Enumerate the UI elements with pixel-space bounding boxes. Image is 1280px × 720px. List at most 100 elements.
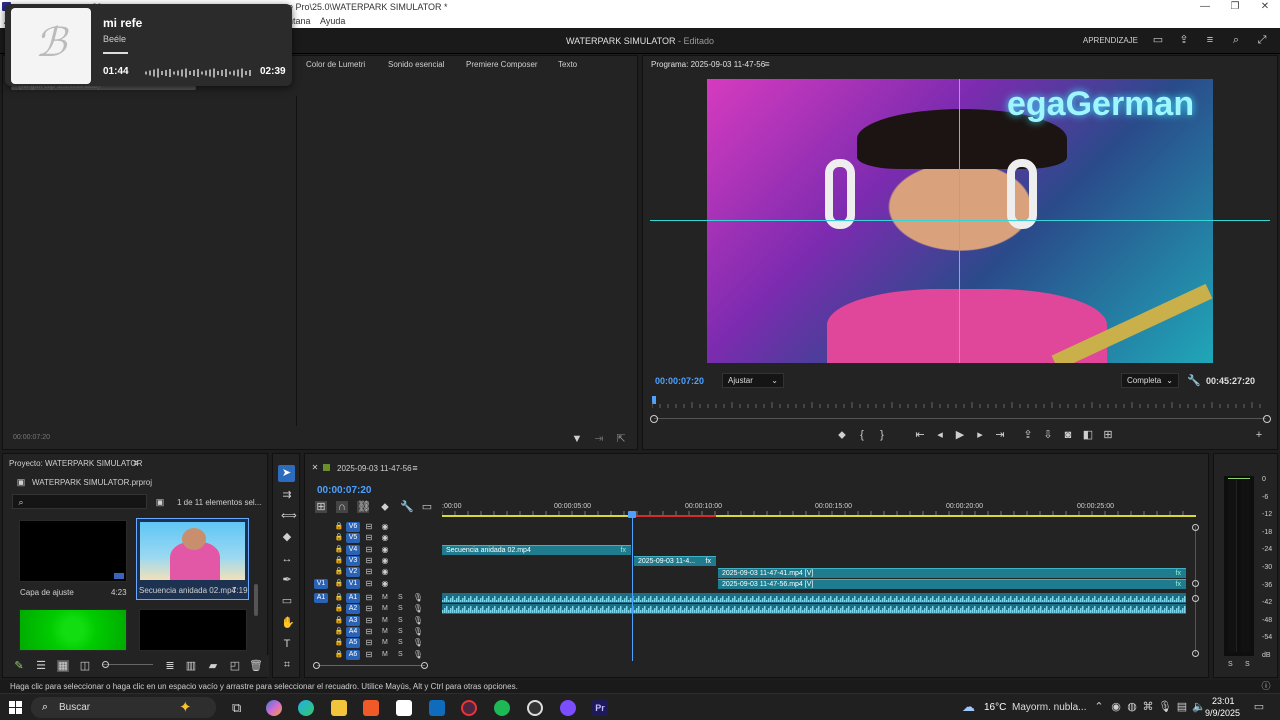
solo-button[interactable]: S [398,617,403,624]
track-label[interactable]: V3 [346,556,360,566]
minimize-icon[interactable]: — [1190,0,1220,14]
copilot-icon[interactable] [266,700,282,716]
vscroll-handle-audio[interactable] [1192,595,1199,602]
solo-left[interactable]: S [1228,661,1233,668]
generative-extend-icon[interactable]: ⌗ [281,659,293,671]
eye-icon[interactable]: ◉ [379,532,391,544]
clip-v1[interactable]: 2025-09-03 11-47-56.mp4 [V] fx [718,579,1186,589]
weather-text[interactable]: Mayorm. nubla... [1012,702,1086,713]
tray-mic-icon[interactable]: 🎙 [1158,701,1172,713]
wrench-icon[interactable]: 🔧 [1187,375,1201,387]
clip-v2[interactable]: 2025-09-03 11-47-41.mp4 [V] fx [718,568,1186,578]
source-patch-v1[interactable]: V1 [314,579,328,589]
export-frame-icon[interactable]: ⇥ [593,433,605,445]
outlook-icon[interactable] [429,700,445,716]
project-panel-title[interactable]: Proyecto: WATERPARK SIMULATOR [9,459,142,468]
slider-handle[interactable] [102,661,109,668]
share-panel-icon[interactable]: ⇱ [615,433,627,445]
tab-text[interactable]: Texto [558,60,577,69]
mute-button[interactable]: M [382,651,388,658]
menu-item-ayuda[interactable]: Ayuda [320,16,345,26]
discord-icon[interactable] [560,700,576,716]
lock-icon[interactable]: 🔒 [333,603,345,615]
mute-button[interactable]: M [382,639,388,646]
icon-view-icon[interactable]: ▦ [57,660,69,672]
add-button-icon[interactable]: + [1253,429,1265,441]
volume-icon[interactable]: 🔈 [1192,701,1206,713]
track-label[interactable]: V6 [346,522,360,532]
weather-temp[interactable]: 16°C [984,702,1006,713]
mic-icon[interactable]: 🎙 [412,603,424,615]
eye-icon[interactable]: ◉ [379,566,391,578]
pencil-icon[interactable]: ✎ [13,660,25,672]
automate-icon[interactable]: ▥ [185,660,197,672]
track-label[interactable]: A4 [346,627,360,637]
chevron-up-icon[interactable]: ⌃ [1093,701,1105,713]
zoom-handle-left[interactable] [650,415,658,423]
source-patch-a1[interactable]: A1 [314,593,328,603]
settings-wrench-icon[interactable]: 🔧 [400,501,414,513]
tab-essential-sound[interactable]: Sonido esencial [388,60,444,69]
lock-icon[interactable]: 🔒 [333,649,345,661]
solo-button[interactable]: S [398,605,403,612]
slip-icon[interactable]: ↔ [281,553,293,565]
sync-lock-icon[interactable]: ⊟ [363,578,375,590]
track-label[interactable]: V2 [346,567,360,577]
program-video-frame[interactable]: egaGerman [707,79,1213,363]
go-to-out-icon[interactable]: ⇥ [994,429,1006,441]
nest-icon[interactable]: ⊞ [315,501,327,513]
windows-start-icon[interactable] [9,701,22,714]
store-icon[interactable] [396,700,412,716]
taskbar-search[interactable]: ⌕ Buscar ✦ [31,697,216,718]
timeline-playhead-line[interactable] [632,518,633,661]
file-explorer-icon[interactable] [331,700,347,716]
eye-icon[interactable]: ◉ [379,578,391,590]
list-view-icon[interactable]: ☰ [35,660,47,672]
sync-lock-icon[interactable]: ⊟ [363,566,375,578]
guide-horizontal[interactable] [650,220,1270,221]
clip-v4[interactable]: Secuencia anidada 02.mp4 fx [442,545,631,555]
hand-tool-icon[interactable]: ✋ [281,617,295,629]
bin-icon[interactable]: ▣ [154,496,166,508]
premiere-taskbar-icon[interactable]: Pr [592,700,608,716]
play-icon[interactable]: ▶ [954,429,966,441]
brave-icon[interactable] [363,700,379,716]
project-search-input[interactable]: ⌕ [12,494,147,509]
extract-icon[interactable]: ⇩ [1042,429,1054,441]
share-icon[interactable]: ⇪ [1178,34,1190,46]
task-view-icon[interactable]: ⧉ [232,700,248,716]
solo-right[interactable]: S [1245,661,1250,668]
lift-icon[interactable]: ⇪ [1022,429,1034,441]
timeline-menu-icon[interactable]: ≡ [409,462,421,474]
thumb-adjustment-layer[interactable] [19,520,127,582]
rectangle-tool-icon[interactable]: ▭ [281,595,293,607]
sync-lock-icon[interactable]: ⊟ [363,532,375,544]
track-label[interactable]: V4 [346,545,360,555]
vscroll-handle-mid[interactable] [1192,580,1199,587]
tab-lumetri-color[interactable]: Color de Lumetri [306,60,365,69]
zoom-handle-right[interactable] [1263,415,1271,423]
comparison-icon[interactable]: ◧ [1082,429,1094,441]
track-label[interactable]: A1 [346,593,360,603]
panel-layout-icon[interactable]: ▭ [1152,34,1164,46]
program-timecode[interactable]: 00:00:07:20 [655,376,704,386]
mark-out-icon[interactable]: } [876,429,888,441]
media-progress[interactable] [103,52,128,54]
trash-icon[interactable]: 🗑 [249,660,263,672]
menu-lines-icon[interactable]: ≡ [1204,34,1216,46]
lock-icon[interactable]: 🔒 [333,637,345,649]
mute-button[interactable]: M [382,594,388,601]
step-forward-icon[interactable]: ▸ [974,429,986,441]
project-scrollbar[interactable] [254,584,258,616]
solo-button[interactable]: S [398,651,403,658]
timeline-playhead-handle[interactable] [628,511,636,518]
timeline-timecode[interactable]: 00:00:07:20 [317,485,371,496]
network-icon[interactable]: ▤ [1176,701,1188,713]
fit-dropdown[interactable]: Ajustar ⌄ [722,373,784,388]
clock-date[interactable]: 9/9/2025 [1205,708,1240,718]
fullscreen-icon[interactable]: ⤢ [1256,34,1268,46]
track-select-icon[interactable]: ⇉ [281,489,293,501]
opera-gx-icon[interactable] [461,700,477,716]
selection-tool-icon[interactable]: ➤ [278,465,295,482]
track-label[interactable]: V1 [346,579,360,589]
